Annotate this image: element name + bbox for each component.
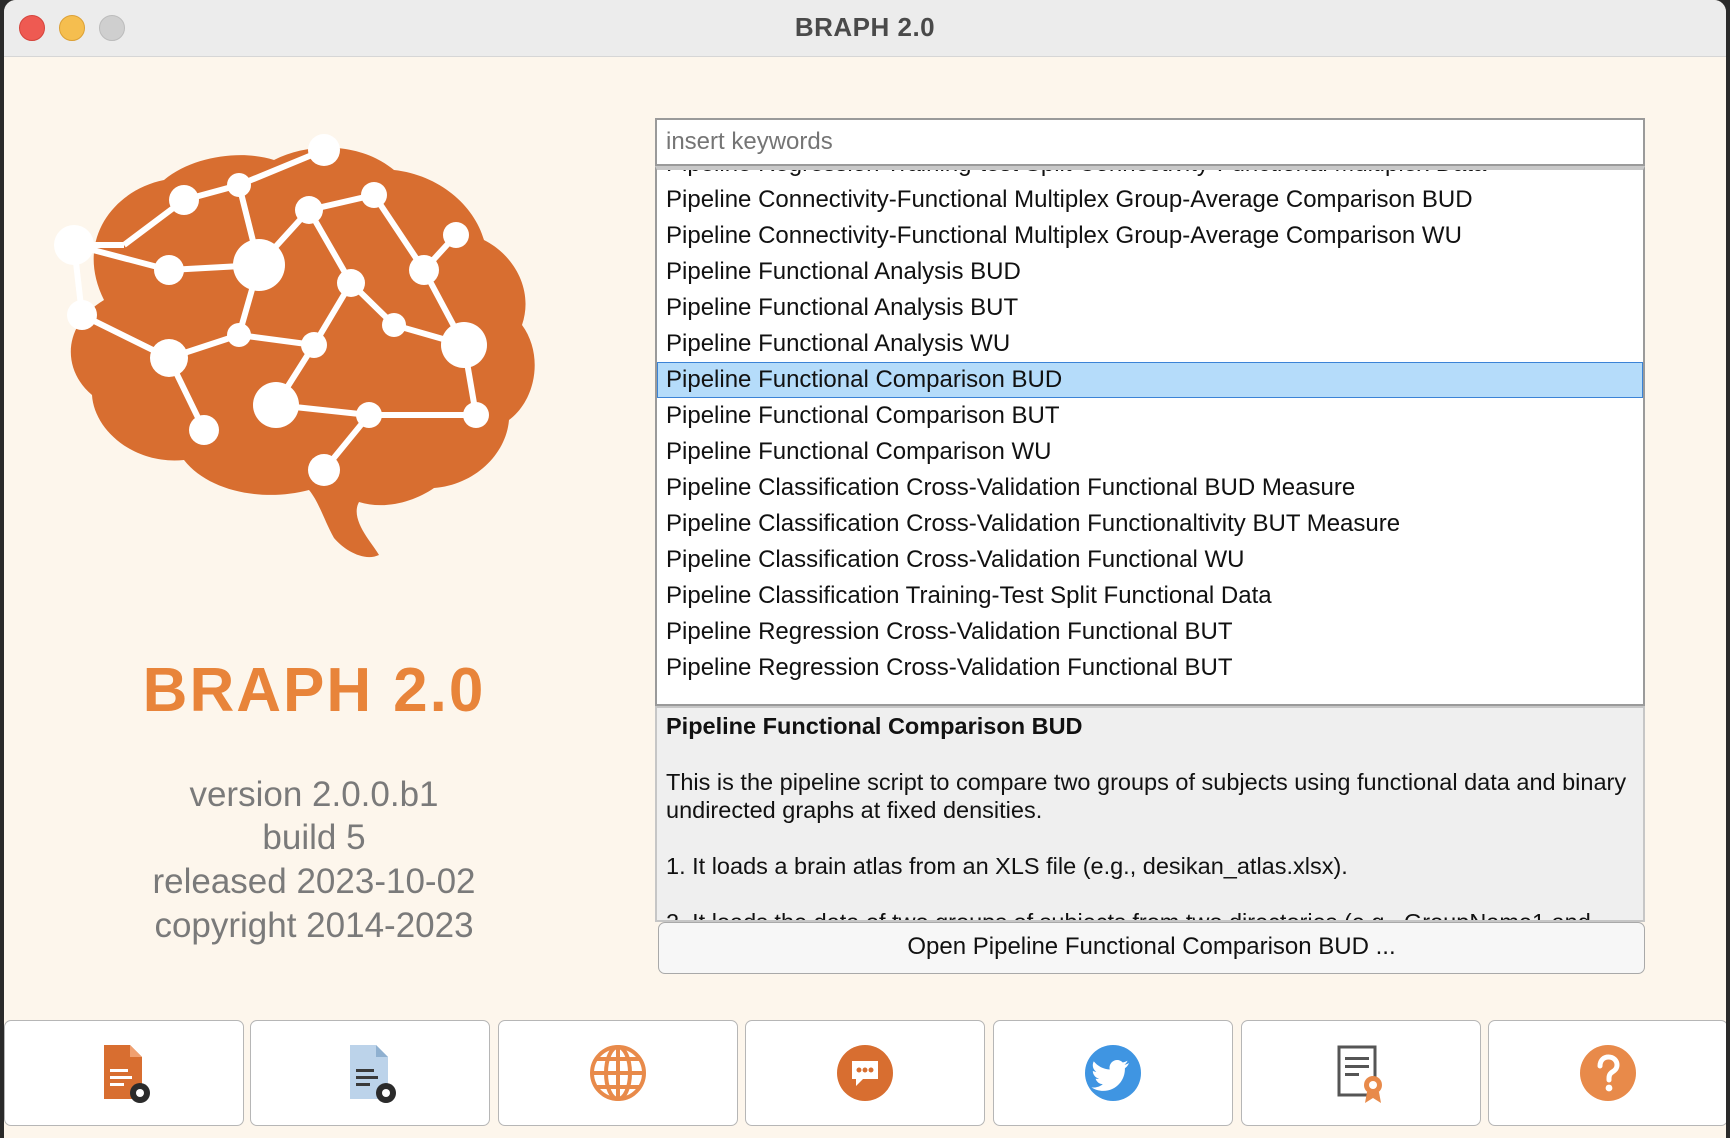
app-name: BRAPH 2.0 [64,655,564,726]
forum-button[interactable] [745,1020,985,1126]
open-braph-file-button[interactable] [4,1020,244,1126]
list-item[interactable]: Pipeline Regression Training-test Split … [657,170,1643,182]
globe-icon [590,1045,646,1101]
open-pipeline-button[interactable]: Open Pipeline Functional Comparison BUD … [658,922,1645,974]
app-name-left: BRAPH [142,656,374,725]
open-file-orange-icon [104,1045,150,1103]
list-item[interactable]: Pipeline Classification Cross-Validation… [657,470,1643,506]
list-item[interactable]: Pipeline Classification Cross-Validation… [657,542,1643,578]
pipeline-list[interactable]: Pipeline Regression Training-test Split … [655,166,1645,706]
twitter-button[interactable] [993,1020,1233,1126]
list-item[interactable]: Pipeline Connectivity-Functional Multipl… [657,218,1643,254]
build-text: build 5 [262,818,366,857]
help-question-icon [1580,1045,1636,1101]
open-example-file-button[interactable] [250,1020,490,1126]
version-text: version 2.0.0.b1 [189,775,439,814]
list-item[interactable]: Pipeline Connectivity-Functional Multipl… [657,182,1643,218]
list-item[interactable]: Pipeline Functional Comparison BUT [657,398,1643,434]
list-item[interactable]: Pipeline Classification Cross-Validation… [657,506,1643,542]
license-certificate-icon [1337,1045,1382,1103]
search-input[interactable] [655,118,1645,166]
website-button[interactable] [498,1020,738,1126]
list-item[interactable]: Pipeline Functional Analysis BUT [657,290,1643,326]
twitter-icon [1085,1045,1141,1101]
pipeline-description-panel: Pipeline Functional Comparison BUD This … [655,706,1645,922]
license-button[interactable] [1241,1020,1481,1126]
released-text: released 2023-10-02 [152,862,476,901]
description-step-1: 1. It loads a brain atlas from an XLS fi… [666,853,1348,879]
list-item[interactable]: Pipeline Functional Analysis WU [657,326,1643,362]
list-item-selected[interactable]: Pipeline Functional Comparison BUD [657,362,1643,398]
description-step-2: 2. It loads the data of two groups of su… [666,909,1591,922]
description-paragraph: This is the pipeline script to compare t… [666,769,1627,823]
braph-brain-logo [54,134,535,558]
app-name-version: 2.0 [393,656,486,725]
forum-chat-icon [837,1045,893,1101]
description-title: Pipeline Functional Comparison BUD [666,713,1083,739]
pipeline-list-items: Pipeline Regression Training-test Split … [657,170,1643,686]
open-file-blue-icon [350,1045,396,1103]
app-window: BRAPH 2.0 BRAPH 2.0 version 2.0.0.b1 bui… [4,0,1726,1138]
list-item[interactable]: Pipeline Classification Training-Test Sp… [657,578,1643,614]
title-bar: BRAPH 2.0 [4,0,1726,57]
copyright-text: copyright 2014-2023 [154,906,474,945]
list-item[interactable]: Pipeline Regression Cross-Validation Fun… [657,650,1643,686]
bottom-toolbar [4,1020,1726,1130]
window-title: BRAPH 2.0 [794,12,936,42]
list-item[interactable]: Pipeline Functional Comparison WU [657,434,1643,470]
list-item[interactable]: Pipeline Regression Cross-Validation Fun… [657,614,1643,650]
help-button[interactable] [1488,1020,1726,1126]
list-item[interactable]: Pipeline Functional Analysis BUD [657,254,1643,290]
